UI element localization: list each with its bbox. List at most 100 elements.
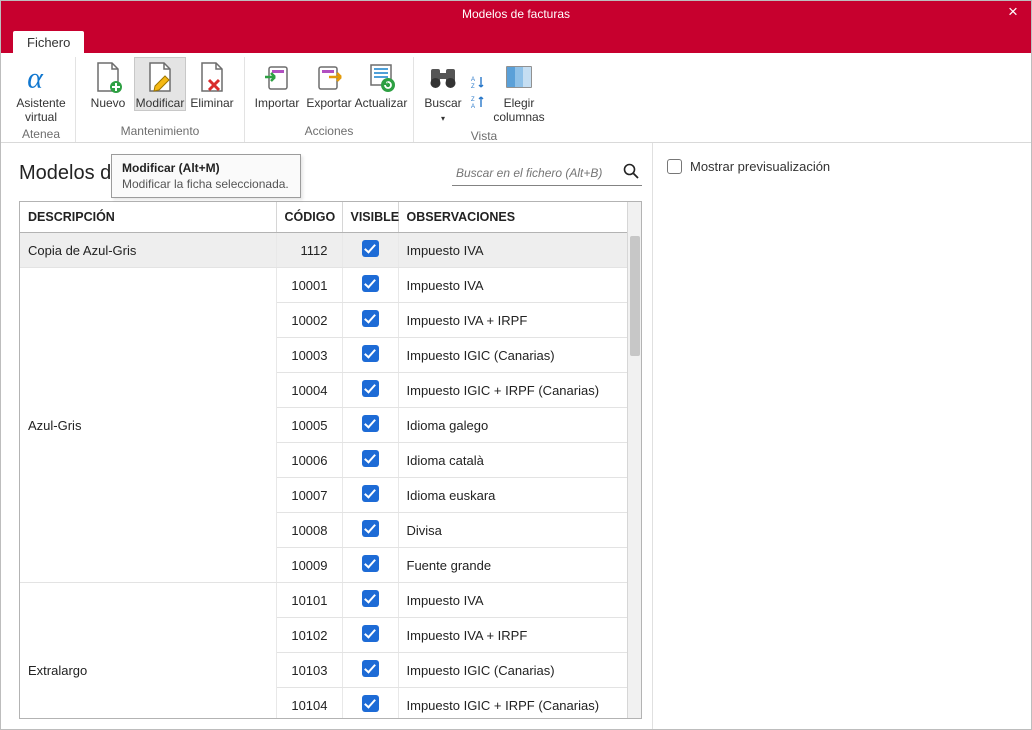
binoculars-icon — [426, 60, 460, 94]
exportar-button[interactable]: Exportar — [303, 57, 355, 111]
alpha-icon: α — [24, 60, 58, 94]
edit-file-icon — [143, 60, 177, 94]
right-pane: Mostrar previsualización — [653, 143, 1031, 729]
cell-code: 10003 — [276, 338, 342, 373]
search-input[interactable] — [454, 165, 622, 181]
checkbox-checked-icon[interactable] — [362, 450, 379, 467]
cell-description: Extralargo — [20, 583, 276, 719]
ribbon-group-label: Atenea — [13, 125, 69, 143]
cell-observations: Impuesto IVA — [398, 268, 627, 303]
elegir-columnas-button[interactable]: Elegir columnas — [490, 57, 548, 127]
cell-observations: Impuesto IVA — [398, 233, 627, 268]
cell-visible[interactable] — [342, 478, 398, 513]
cell-observations: Impuesto IGIC (Canarias) — [398, 338, 627, 373]
search-field-wrap[interactable] — [452, 160, 642, 186]
table-row[interactable]: Copia de Azul-Gris1112Impuesto IVA — [20, 233, 627, 268]
close-icon[interactable]: × — [1001, 3, 1025, 20]
cell-code: 10101 — [276, 583, 342, 618]
ribbon: α Asistente virtual Atenea Nuevo Modific… — [1, 53, 1031, 143]
cell-visible[interactable] — [342, 373, 398, 408]
left-pane: Modelos de facturas DESCRIPCI — [1, 143, 653, 729]
checkbox-checked-icon[interactable] — [362, 555, 379, 572]
checkbox-checked-icon[interactable] — [362, 625, 379, 642]
ribbon-group-acciones: Importar Exportar Actualizar Acciones — [245, 57, 414, 142]
col-code[interactable]: CÓDIGO — [276, 202, 342, 233]
cell-visible[interactable] — [342, 548, 398, 583]
scrollbar-thumb[interactable] — [630, 236, 640, 356]
actualizar-button[interactable]: Actualizar — [355, 57, 407, 111]
search-icon[interactable] — [622, 162, 640, 183]
cell-code: 10102 — [276, 618, 342, 653]
cell-visible[interactable] — [342, 338, 398, 373]
cell-observations: Impuesto IGIC + IRPF (Canarias) — [398, 688, 627, 719]
tooltip-body: Modificar la ficha seleccionada. — [122, 177, 290, 191]
cell-observations: Impuesto IGIC + IRPF (Canarias) — [398, 373, 627, 408]
svg-text:Z: Z — [471, 84, 475, 90]
cell-visible[interactable] — [342, 443, 398, 478]
sort-za-button[interactable]: ZA — [470, 93, 486, 111]
table-row[interactable]: Azul-Gris10001Impuesto IVA — [20, 268, 627, 303]
cell-code: 10009 — [276, 548, 342, 583]
eliminar-button[interactable]: Eliminar — [186, 57, 238, 111]
checkbox-checked-icon[interactable] — [362, 485, 379, 502]
delete-file-icon — [195, 60, 229, 94]
checkbox-checked-icon[interactable] — [362, 660, 379, 677]
cell-observations: Idioma català — [398, 443, 627, 478]
cell-visible[interactable] — [342, 408, 398, 443]
sort-az-button[interactable]: AZ — [470, 73, 486, 91]
cell-visible[interactable] — [342, 618, 398, 653]
cell-description: Copia de Azul-Gris — [20, 233, 276, 268]
checkbox-checked-icon[interactable] — [362, 275, 379, 292]
modificar-button[interactable]: Modificar — [134, 57, 186, 111]
cell-visible[interactable] — [342, 653, 398, 688]
cell-visible[interactable] — [342, 513, 398, 548]
cell-visible[interactable] — [342, 583, 398, 618]
col-visible[interactable]: VISIBLE — [342, 202, 398, 233]
importar-button[interactable]: Importar — [251, 57, 303, 111]
svg-text:α: α — [27, 62, 44, 94]
show-preview-label: Mostrar previsualización — [690, 159, 830, 174]
checkbox-icon — [667, 159, 682, 174]
cell-visible[interactable] — [342, 268, 398, 303]
cell-code: 10001 — [276, 268, 342, 303]
table-header-row: DESCRIPCIÓN CÓDIGO VISIBLE OBSERVACIONES — [20, 202, 627, 233]
col-description[interactable]: DESCRIPCIÓN — [20, 202, 276, 233]
checkbox-checked-icon[interactable] — [362, 380, 379, 397]
menubar: Fichero — [1, 27, 1031, 53]
cell-observations: Impuesto IVA + IRPF — [398, 618, 627, 653]
tooltip-modificar: Modificar (Alt+M) Modificar la ficha sel… — [111, 154, 301, 198]
show-preview-checkbox[interactable]: Mostrar previsualización — [667, 159, 1017, 174]
checkbox-checked-icon[interactable] — [362, 345, 379, 362]
table-row[interactable]: Extralargo10101Impuesto IVA — [20, 583, 627, 618]
cell-code: 10104 — [276, 688, 342, 719]
buscar-button[interactable]: Buscar ▾ — [420, 57, 466, 127]
tab-fichero[interactable]: Fichero — [13, 31, 84, 54]
cell-observations: Fuente grande — [398, 548, 627, 583]
checkbox-checked-icon[interactable] — [362, 590, 379, 607]
checkbox-checked-icon[interactable] — [362, 310, 379, 327]
cell-visible[interactable] — [342, 303, 398, 338]
import-icon — [260, 60, 294, 94]
cell-observations: Impuesto IVA + IRPF — [398, 303, 627, 338]
checkbox-checked-icon[interactable] — [362, 520, 379, 537]
cell-observations: Idioma galego — [398, 408, 627, 443]
cell-visible[interactable] — [342, 688, 398, 719]
svg-text:A: A — [471, 104, 475, 110]
cell-visible[interactable] — [342, 233, 398, 268]
col-observations[interactable]: OBSERVACIONES — [398, 202, 627, 233]
sort-za-icon: ZA — [470, 94, 486, 110]
cell-code: 10004 — [276, 373, 342, 408]
nuevo-button[interactable]: Nuevo — [82, 57, 134, 111]
checkbox-checked-icon[interactable] — [362, 240, 379, 257]
scrollbar[interactable] — [627, 202, 641, 718]
refresh-icon — [364, 60, 398, 94]
checkbox-checked-icon[interactable] — [362, 415, 379, 432]
cell-code: 10002 — [276, 303, 342, 338]
export-icon — [312, 60, 346, 94]
ribbon-group-label: Acciones — [251, 122, 407, 140]
columns-icon — [502, 60, 536, 94]
cell-observations: Impuesto IVA — [398, 583, 627, 618]
asistente-virtual-button[interactable]: α Asistente virtual — [13, 57, 69, 125]
checkbox-checked-icon[interactable] — [362, 695, 379, 712]
data-table: DESCRIPCIÓN CÓDIGO VISIBLE OBSERVACIONES… — [20, 202, 627, 718]
